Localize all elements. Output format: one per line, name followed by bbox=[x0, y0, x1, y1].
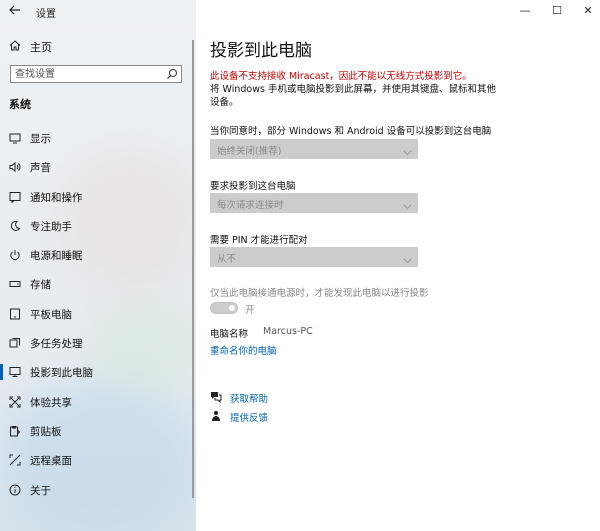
sidebar-item-label: 显示 bbox=[30, 133, 51, 145]
toggle-state-label: 开 bbox=[245, 305, 255, 316]
sidebar: 设置 主页 系统 显示 声音 通知和操作 专注助手 bbox=[0, 0, 196, 531]
clipboard-icon bbox=[9, 425, 21, 437]
sidebar-item-multitasking[interactable]: 多任务处理 bbox=[0, 329, 190, 358]
pc-name-value: Marcus-PC bbox=[263, 326, 313, 337]
home-button[interactable]: 主页 bbox=[0, 36, 190, 56]
pc-name-label: 电脑名称 bbox=[210, 329, 249, 340]
shared-experiences-icon bbox=[9, 396, 21, 408]
speaker-icon bbox=[9, 161, 21, 173]
sidebar-item-label: 体验共享 bbox=[30, 396, 72, 409]
sidebar-item-label: 电源和睡眠 bbox=[30, 250, 83, 263]
sidebar-item-label: 投影到此电脑 bbox=[30, 367, 93, 380]
tablet-icon bbox=[9, 308, 21, 320]
page-title: 投影到此电脑 bbox=[210, 41, 312, 61]
pin-dropdown[interactable]: 从不 bbox=[210, 247, 418, 267]
section-title: 系统 bbox=[9, 98, 31, 111]
setting-power-label: 仅当此电脑接通电源时，才能发现此电脑以进行投影 bbox=[210, 288, 429, 299]
sidebar-item-remote-desktop[interactable]: 远程桌面 bbox=[0, 446, 190, 475]
setting-availability-label: 当你同意时，部分 Windows 和 Android 设备可以投影到这台电脑 bbox=[210, 126, 492, 137]
search-icon[interactable] bbox=[166, 68, 178, 80]
home-icon bbox=[9, 39, 21, 51]
sidebar-item-shared-experiences[interactable]: 体验共享 bbox=[0, 388, 190, 417]
notification-icon bbox=[9, 191, 21, 204]
projecting-icon bbox=[9, 366, 21, 378]
power-icon bbox=[9, 249, 21, 261]
miracast-warning: 此设备不支持接收 Miracast，因此不能以无线方式投影到它。 bbox=[210, 71, 472, 82]
get-help-link[interactable]: 获取帮助 bbox=[230, 391, 268, 405]
description-text: 将 Windows 手机或电脑投影到此屏幕，并使用其键盘、鼠标和其他设备。 bbox=[210, 84, 496, 108]
search-box[interactable] bbox=[10, 65, 182, 83]
sidebar-scrollbar[interactable] bbox=[192, 40, 194, 498]
search-input[interactable] bbox=[15, 68, 165, 80]
feedback-icon bbox=[210, 410, 222, 422]
power-toggle[interactable] bbox=[210, 302, 238, 314]
sidebar-item-tablet[interactable]: 平板电脑 bbox=[0, 300, 190, 329]
dropdown-value: 每次请求连接时 bbox=[217, 200, 284, 211]
back-arrow-icon[interactable] bbox=[8, 3, 24, 19]
sidebar-item-label: 远程桌面 bbox=[30, 455, 72, 468]
dropdown-value: 始终关闭(推荐) bbox=[217, 146, 282, 157]
dropdown-value: 从不 bbox=[217, 254, 237, 265]
ask-to-project-dropdown[interactable]: 每次请求连接时 bbox=[210, 193, 418, 213]
chevron-down-icon bbox=[403, 199, 412, 210]
sidebar-item-label: 剪贴板 bbox=[30, 425, 62, 438]
sidebar-item-focus-assist[interactable]: 专注助手 bbox=[0, 212, 190, 241]
maximize-button[interactable]: ☐ bbox=[550, 4, 564, 18]
info-icon bbox=[9, 484, 21, 496]
sidebar-nav: 显示 声音 通知和操作 专注助手 电源和睡眠 存储 平板电脑 多任务处理 投影到… bbox=[0, 124, 190, 505]
close-button[interactable]: ✕ bbox=[581, 4, 595, 18]
selection-marker bbox=[0, 364, 3, 381]
sidebar-item-notifications[interactable]: 通知和操作 bbox=[0, 183, 190, 212]
give-feedback-link[interactable]: 提供反馈 bbox=[230, 410, 268, 424]
main-content: — ☐ ✕ 投影到此电脑 此设备不支持接收 Miracast，因此不能以无线方式… bbox=[196, 0, 600, 531]
moon-icon bbox=[9, 220, 21, 232]
sidebar-item-display[interactable]: 显示 bbox=[0, 124, 190, 153]
sidebar-item-label: 平板电脑 bbox=[30, 308, 72, 321]
home-label: 主页 bbox=[30, 41, 52, 54]
sidebar-item-label: 通知和操作 bbox=[30, 191, 83, 204]
multitasking-icon bbox=[9, 337, 21, 349]
availability-dropdown[interactable]: 始终关闭(推荐) bbox=[210, 139, 418, 159]
chevron-down-icon bbox=[403, 145, 412, 156]
remote-desktop-icon bbox=[9, 454, 21, 466]
sidebar-item-label: 关于 bbox=[30, 484, 51, 497]
sidebar-item-storage[interactable]: 存储 bbox=[0, 270, 190, 299]
rename-pc-link[interactable]: 重命名你的电脑 bbox=[210, 343, 277, 357]
chevron-down-icon bbox=[403, 253, 412, 264]
title-bar: 设置 bbox=[0, 0, 196, 24]
sidebar-item-about[interactable]: 关于 bbox=[0, 476, 190, 505]
sidebar-item-label: 声音 bbox=[30, 162, 51, 175]
minimize-button[interactable]: — bbox=[518, 4, 532, 18]
help-chat-icon bbox=[210, 391, 222, 404]
toggle-knob bbox=[229, 305, 235, 311]
window-title: 设置 bbox=[36, 9, 56, 20]
sidebar-item-label: 存储 bbox=[30, 279, 51, 292]
sidebar-item-clipboard[interactable]: 剪贴板 bbox=[0, 417, 190, 446]
sidebar-item-label: 多任务处理 bbox=[30, 338, 83, 351]
storage-icon bbox=[9, 278, 21, 290]
sidebar-item-label: 专注助手 bbox=[30, 220, 72, 233]
monitor-icon bbox=[9, 132, 21, 144]
sidebar-item-projecting[interactable]: 投影到此电脑 bbox=[0, 358, 190, 387]
setting-pin-label: 需要 PIN 才能进行配对 bbox=[210, 235, 308, 246]
sidebar-item-sound[interactable]: 声音 bbox=[0, 153, 190, 182]
setting-ask-label: 要求投影到这台电脑 bbox=[210, 181, 296, 192]
sidebar-item-power-sleep[interactable]: 电源和睡眠 bbox=[0, 241, 190, 270]
